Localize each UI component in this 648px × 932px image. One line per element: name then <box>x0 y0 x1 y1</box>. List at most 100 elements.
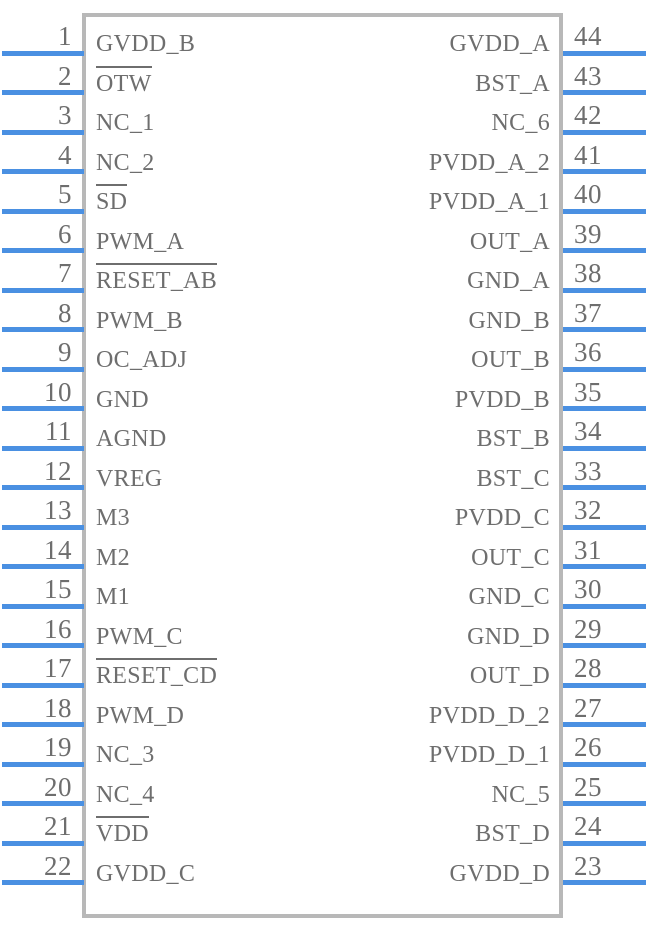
pin-number-26: 26 <box>574 732 602 762</box>
pin-label-nc_5: NC_5 <box>491 781 550 808</box>
pin-label-gnd_a: GND_A <box>467 268 550 294</box>
pin-line-12[interactable] <box>2 485 84 490</box>
pin-line-31[interactable] <box>563 564 646 569</box>
pin-number-5: 5 <box>58 179 72 209</box>
pin-label-gvdd_b: GVDD_B <box>96 31 196 57</box>
pin-number-21: 21 <box>44 811 72 841</box>
pin-line-23[interactable] <box>563 880 646 885</box>
pin-line-16[interactable] <box>2 643 84 648</box>
pin-line-42[interactable] <box>563 129 646 135</box>
pin-line-32[interactable] <box>563 524 646 530</box>
pin-line-38[interactable] <box>563 287 646 293</box>
pin-label-reset_cd: RESET_CD <box>96 658 218 688</box>
pin-line-5[interactable] <box>2 208 84 214</box>
pin-label-m2: M2 <box>96 544 130 571</box>
pin-number-35: 35 <box>574 376 602 407</box>
pin-label-vdd: VDD <box>96 816 149 847</box>
pin-label-pwm_d: PWM_D <box>96 702 185 729</box>
pin-number-43: 43 <box>574 60 602 91</box>
pin-line-21[interactable] <box>2 840 84 846</box>
pin-label-gvdd_d: GVDD_D <box>449 860 550 887</box>
pin-label-pwm_c: PWM_C <box>96 623 183 650</box>
pin-label-reset_ab: RESET_AB <box>96 263 218 294</box>
pin-line-24[interactable] <box>563 840 646 846</box>
pin-line-2[interactable] <box>2 90 84 95</box>
pin-line-14[interactable] <box>2 564 84 569</box>
pin-label-out_b: OUT_B <box>471 347 550 373</box>
pin-label-nc_2: NC_2 <box>96 149 155 176</box>
pin-line-27[interactable] <box>563 722 646 727</box>
pin-line-33[interactable] <box>563 485 646 490</box>
pin-line-18[interactable] <box>2 722 84 727</box>
pin-number-34: 34 <box>574 416 602 446</box>
pin-line-30[interactable] <box>563 603 646 609</box>
pin-line-7[interactable] <box>2 287 84 293</box>
pin-line-44[interactable] <box>563 50 646 56</box>
pin-number-19: 19 <box>44 732 72 762</box>
pin-line-15[interactable] <box>2 603 84 609</box>
pin-label-nc_3: NC_3 <box>96 742 155 768</box>
pin-label-pwm_a: PWM_A <box>96 228 185 255</box>
pin-line-28[interactable] <box>563 682 646 688</box>
pinout-diagram: 1 GVDD_B 2 OTW 3 NC_1 4 NC_2 5 SD 6 PWM_A 7 RESET_AB 8… <box>0 0 648 932</box>
pin-number-24: 24 <box>574 811 602 841</box>
pin-number-37: 37 <box>574 297 602 328</box>
pin-number-4: 4 <box>58 139 72 170</box>
pin-number-38: 38 <box>574 258 602 288</box>
pin-line-25[interactable] <box>563 801 646 806</box>
pin-number-22: 22 <box>44 850 72 881</box>
pin-line-40[interactable] <box>563 208 646 214</box>
pin-line-17[interactable] <box>2 682 84 688</box>
pin-line-37[interactable] <box>563 327 646 332</box>
active-low-overbar: VDD <box>96 816 149 847</box>
pin-number-25: 25 <box>574 771 602 802</box>
pin-number-27: 27 <box>574 692 602 723</box>
pin-label-pvdd_a_2: PVDD_A_2 <box>428 149 550 176</box>
pin-label-m3: M3 <box>96 505 130 531</box>
pin-line-6[interactable] <box>2 248 84 253</box>
pin-line-19[interactable] <box>2 761 84 767</box>
pin-line-10[interactable] <box>2 406 84 411</box>
pin-line-35[interactable] <box>563 406 646 411</box>
pin-number-13: 13 <box>44 495 72 525</box>
pin-line-29[interactable] <box>563 643 646 648</box>
pin-line-20[interactable] <box>2 801 84 806</box>
pin-line-1[interactable] <box>2 50 84 56</box>
pin-line-4[interactable] <box>2 169 84 174</box>
pin-number-44: 44 <box>574 21 602 51</box>
pin-label-gnd_c: GND_C <box>468 584 550 610</box>
pin-line-34[interactable] <box>563 445 646 451</box>
pin-label-pvdd_a_1: PVDD_A_1 <box>428 189 550 215</box>
active-low-overbar: RESET_AB <box>96 263 218 294</box>
pin-label-vreg: VREG <box>96 465 163 492</box>
pin-label-nc_1: NC_1 <box>96 110 155 136</box>
pin-line-39[interactable] <box>563 248 646 253</box>
pin-number-28: 28 <box>574 653 602 683</box>
pin-number-30: 30 <box>574 574 602 604</box>
pin-label-pwm_b: PWM_B <box>96 307 183 334</box>
pin-line-43[interactable] <box>563 90 646 95</box>
pin-number-40: 40 <box>574 179 602 209</box>
pin-label-pvdd_b: PVDD_B <box>454 386 550 413</box>
pin-line-36[interactable] <box>563 366 646 372</box>
pin-line-13[interactable] <box>2 524 84 530</box>
pin-number-18: 18 <box>44 692 72 723</box>
pin-label-m1: M1 <box>96 584 130 610</box>
pin-line-22[interactable] <box>2 880 84 885</box>
pin-label-bst_c: BST_C <box>476 465 550 492</box>
pin-line-9[interactable] <box>2 366 84 372</box>
pin-line-11[interactable] <box>2 445 84 451</box>
pin-line-26[interactable] <box>563 761 646 767</box>
pin-number-17: 17 <box>44 653 72 683</box>
pin-label-pvdd_d_2: PVDD_D_2 <box>428 702 550 729</box>
pin-line-3[interactable] <box>2 129 84 135</box>
active-low-overbar: SD <box>96 184 128 215</box>
pin-number-29: 29 <box>574 613 602 644</box>
pin-label-out_d: OUT_D <box>469 663 550 689</box>
pin-number-20: 20 <box>44 771 72 802</box>
pin-number-11: 11 <box>45 416 72 446</box>
pin-number-12: 12 <box>44 455 72 486</box>
pin-line-8[interactable] <box>2 327 84 332</box>
pin-number-32: 32 <box>574 495 602 525</box>
pin-line-41[interactable] <box>563 169 646 174</box>
